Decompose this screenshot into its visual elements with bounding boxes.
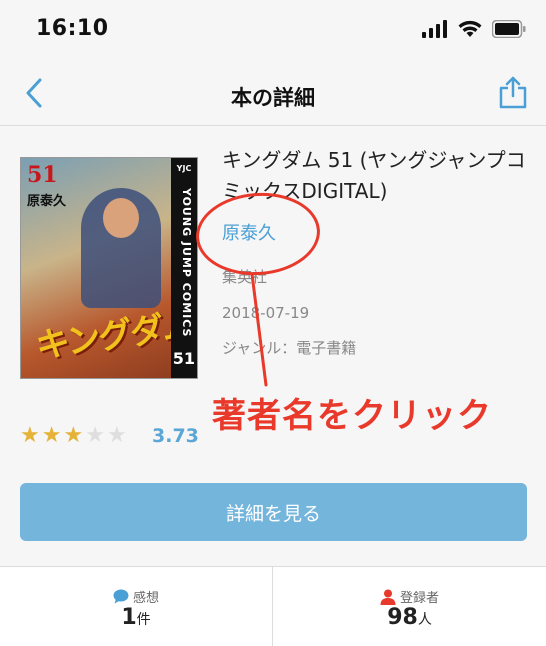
cover-volume: 51: [27, 162, 58, 188]
impressions-unit: 件: [136, 612, 151, 628]
person-icon: [380, 589, 396, 605]
view-details-button[interactable]: 詳細を見る: [20, 483, 527, 541]
stats-bar: 感想 1件 登録者 98人: [0, 566, 546, 646]
page-title: 本の詳細: [231, 86, 315, 110]
rating-value: 3.73: [152, 425, 199, 447]
genre: ジャンル：電子書籍: [222, 339, 357, 357]
nav-bar: 本の詳細: [0, 60, 546, 126]
signal-icon: [422, 20, 447, 38]
book-cover[interactable]: 51 原泰久 キングダム YJC YOUNG JUMP COMICS 51: [20, 157, 198, 379]
registrants-label: 登録者: [399, 591, 439, 606]
cover-author: 原泰久: [27, 194, 67, 209]
cover-spine-number: 51: [172, 349, 195, 368]
share-icon[interactable]: [496, 74, 530, 110]
status-bar: 16:10: [0, 0, 546, 60]
registrants-stat[interactable]: 登録者 98人: [273, 567, 546, 646]
star-icon: ★: [20, 423, 40, 448]
speech-bubble-icon: [113, 589, 129, 604]
star-icon: ★: [63, 423, 84, 448]
annotation-pointer-line: [250, 272, 268, 387]
registrants-unit: 人: [417, 612, 432, 628]
star-icon: ★: [41, 423, 62, 448]
wifi-icon: [458, 20, 482, 37]
annotation-text: 著者名をクリック: [212, 396, 492, 436]
registrants-count: 98: [387, 605, 418, 630]
status-time: 16:10: [36, 16, 109, 41]
star-icon: ★: [106, 423, 127, 448]
status-icons: [422, 20, 526, 38]
impressions-count: 1: [121, 605, 137, 630]
impressions-stat[interactable]: 感想 1件: [0, 567, 273, 646]
battery-icon: [492, 20, 526, 38]
cover-spine-text: YOUNG JUMP COMICS: [180, 188, 193, 338]
cover-label: YJC: [176, 164, 192, 173]
star-icon: ★: [85, 423, 105, 448]
cover-face: [103, 198, 139, 238]
rating-stars: ★ ★ ★ ★ ★: [20, 425, 127, 447]
impressions-label: 感想: [132, 591, 159, 606]
